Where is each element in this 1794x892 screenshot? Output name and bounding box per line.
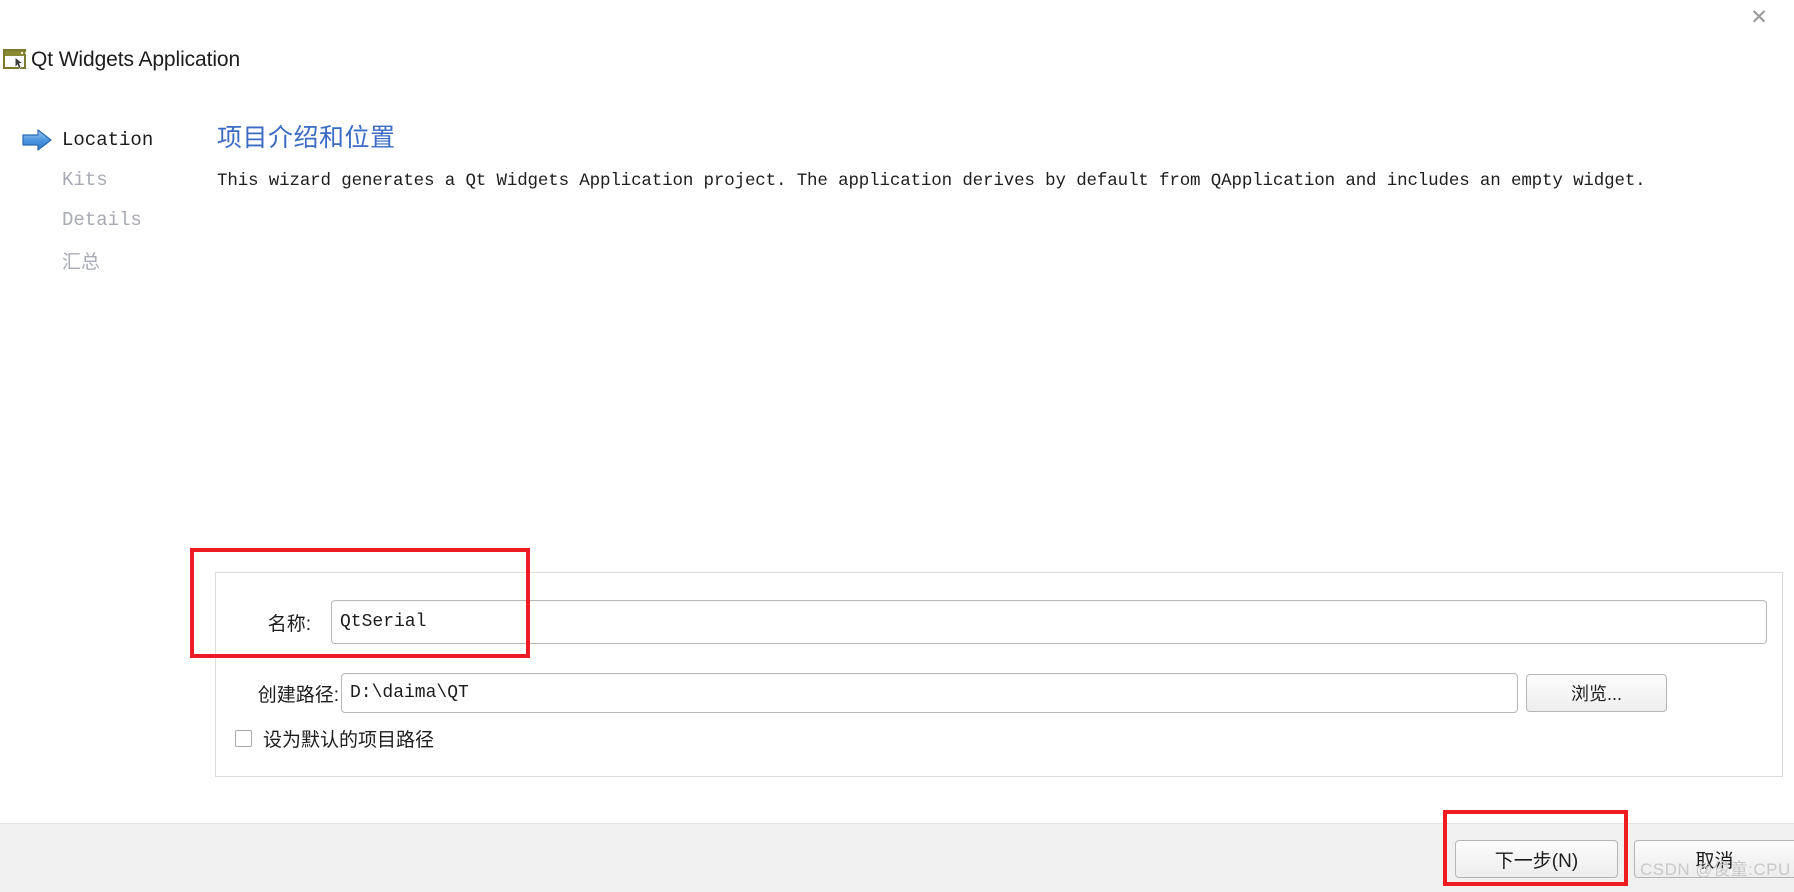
sidebar-item-label: Location [62,129,154,151]
wizard-steps-sidebar: Location Kits Details 汇总 [0,120,190,280]
sidebar-item-location[interactable]: Location [0,120,190,160]
default-path-row[interactable]: 设为默认的项目路径 [235,723,434,753]
project-location-group: 名称: QtSerial 创建路径: D:\daima\QT 浏览... 设为默… [215,572,1783,777]
name-row: 名称: QtSerial [233,600,1767,644]
project-name-input[interactable]: QtSerial [331,600,1767,644]
app-title: Qt Widgets Application [31,48,241,71]
sidebar-item-label: Kits [62,169,108,191]
create-path-input[interactable]: D:\daima\QT [341,673,1518,713]
path-row: 创建路径: D:\daima\QT 浏览... [233,673,1767,713]
title-bar: ✕ [0,0,1794,38]
sidebar-item-kits[interactable]: Kits [0,160,190,200]
qt-window-icon [3,48,30,72]
sidebar-item-details[interactable]: Details [0,200,190,240]
watermark: CSDN @俊童:CPU [1640,860,1791,879]
create-path-label: 创建路径: [257,684,339,706]
default-path-checkbox-label: 设为默认的项目路径 [263,729,435,751]
name-label: 名称: [267,613,311,635]
default-path-checkbox[interactable] [235,729,252,747]
app-header: Qt Widgets Application [0,44,240,76]
sidebar-item-summary[interactable]: 汇总 [0,240,190,280]
main-content: 项目介绍和位置 This wizard generates a Qt Widge… [217,118,1794,191]
sidebar-item-label: 汇总 [62,251,101,273]
sidebar-item-label: Details [62,209,142,231]
browse-button[interactable]: 浏览... [1526,674,1667,712]
page-title: 项目介绍和位置 [217,124,396,152]
blue-arrow-icon [22,129,52,151]
next-button[interactable]: 下一步(N) [1455,840,1618,878]
page-description: This wizard generates a Qt Widgets Appli… [217,171,1646,191]
close-icon[interactable]: ✕ [1736,0,1782,34]
